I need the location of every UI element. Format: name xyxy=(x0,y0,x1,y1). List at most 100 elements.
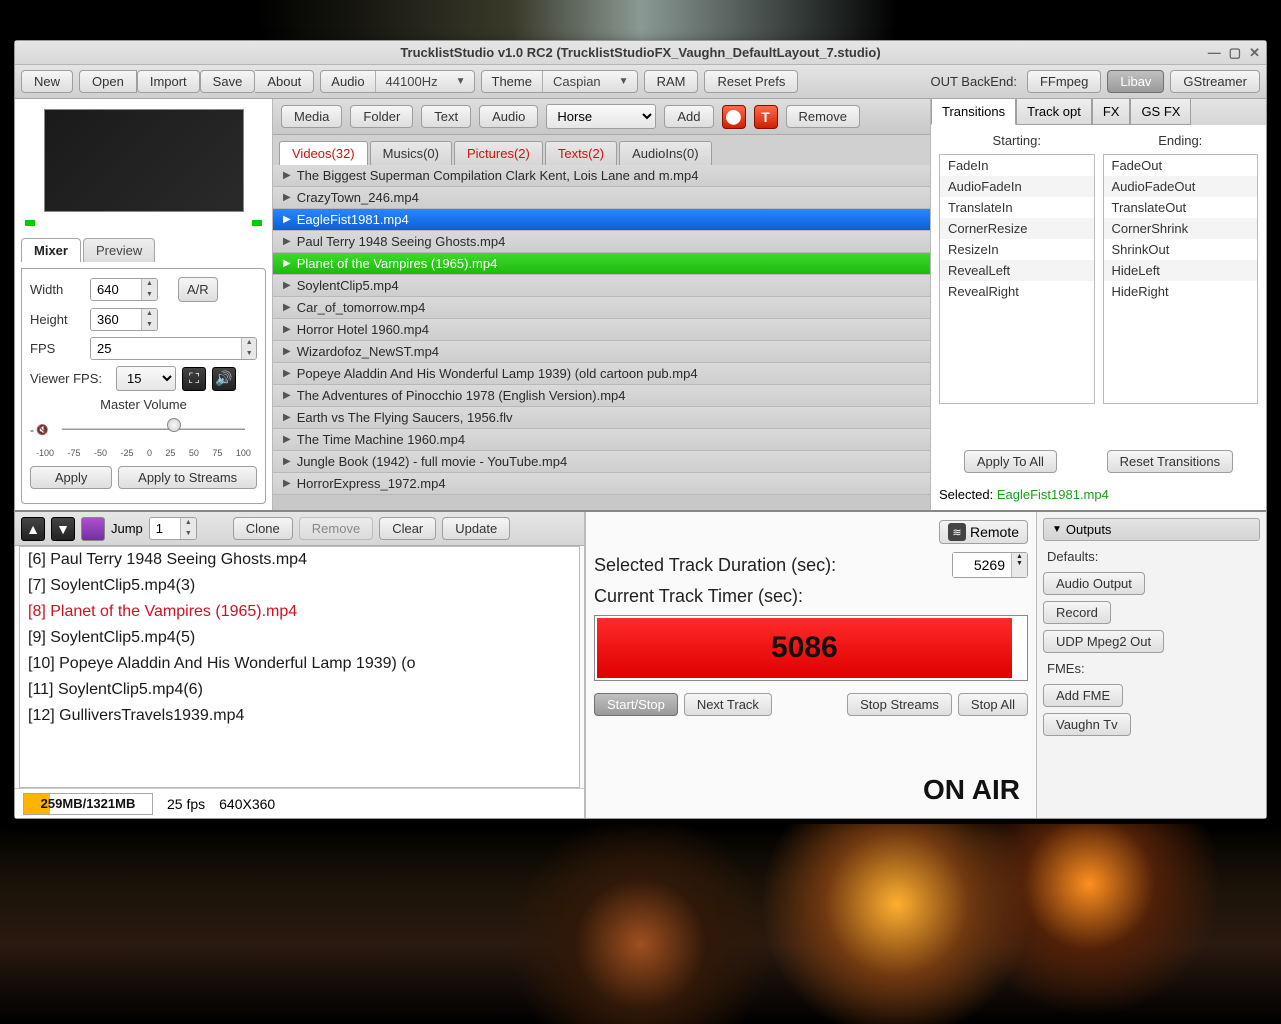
tab-texts[interactable]: Texts(2) xyxy=(545,141,617,165)
file-row[interactable]: ▶Earth vs The Flying Saucers, 1956.flv xyxy=(273,407,930,429)
tab-trackopt[interactable]: Track opt xyxy=(1016,99,1092,125)
file-row[interactable]: ▶Jungle Book (1942) - full movie - YouTu… xyxy=(273,451,930,473)
audio-button[interactable]: Audio xyxy=(479,105,538,128)
ram-button[interactable]: RAM xyxy=(644,70,699,93)
fps-spinner[interactable]: ▲▼ xyxy=(90,337,257,360)
record-icon[interactable]: ⬤ xyxy=(722,105,746,129)
viewer-fps-select[interactable]: 15 xyxy=(116,366,176,391)
update-button[interactable]: Update xyxy=(442,517,510,540)
tab-fx[interactable]: FX xyxy=(1092,99,1131,125)
text-overlay-icon[interactable]: T xyxy=(754,105,778,129)
playlist-row[interactable]: [6] Paul Terry 1948 Seeing Ghosts.mp4 xyxy=(20,547,579,573)
file-row[interactable]: ▶CrazyTown_246.mp4 xyxy=(273,187,930,209)
ffmpeg-button[interactable]: FFmpeg xyxy=(1027,70,1101,93)
playlist-row[interactable]: [12] GulliversTravels1939.mp4 xyxy=(20,703,579,729)
playlist[interactable]: [6] Paul Terry 1948 Seeing Ghosts.mp4[7]… xyxy=(19,546,580,788)
tab-musics[interactable]: Musics(0) xyxy=(370,141,452,165)
tab-videos[interactable]: Videos(32) xyxy=(279,141,368,165)
file-row[interactable]: ▶EagleFist1981.mp4 xyxy=(273,209,930,231)
move-up-icon[interactable]: ▲ xyxy=(21,517,45,541)
apply-all-button[interactable]: Apply To All xyxy=(964,450,1057,473)
clone-button[interactable]: Clone xyxy=(233,517,293,540)
apply-streams-button[interactable]: Apply to Streams xyxy=(118,466,257,489)
file-row[interactable]: ▶Horror Hotel 1960.mp4 xyxy=(273,319,930,341)
new-button[interactable]: New xyxy=(21,70,73,93)
import-button[interactable]: Import xyxy=(137,70,200,93)
add-fme-button[interactable]: Add FME xyxy=(1043,684,1123,707)
theme-combo[interactable]: Theme Caspian ▼ xyxy=(481,70,638,93)
clear-button[interactable]: Clear xyxy=(379,517,436,540)
media-button[interactable]: Media xyxy=(281,105,342,128)
minimize-icon[interactable]: — xyxy=(1208,45,1221,61)
file-row[interactable]: ▶Car_of_tomorrow.mp4 xyxy=(273,297,930,319)
tab-audioins[interactable]: AudioIns(0) xyxy=(619,141,711,165)
aspect-ratio-button[interactable]: A/R xyxy=(178,277,218,302)
transition-item[interactable]: AudioFadeOut xyxy=(1104,176,1258,197)
file-row[interactable]: ▶Planet of the Vampires (1965).mp4 xyxy=(273,253,930,275)
vaughn-tv-button[interactable]: Vaughn Tv xyxy=(1043,713,1131,736)
stop-all-button[interactable]: Stop All xyxy=(958,693,1028,716)
reset-prefs-button[interactable]: Reset Prefs xyxy=(704,70,798,93)
stop-streams-button[interactable]: Stop Streams xyxy=(847,693,952,716)
playlist-row[interactable]: [8] Planet of the Vampires (1965).mp4 xyxy=(20,599,579,625)
text-button[interactable]: Text xyxy=(421,105,471,128)
transition-item[interactable]: ShrinkOut xyxy=(1104,239,1258,260)
transition-item[interactable]: AudioFadeIn xyxy=(940,176,1094,197)
save-button[interactable]: Save xyxy=(200,70,256,93)
file-row[interactable]: ▶Popeye Aladdin And His Wonderful Lamp 1… xyxy=(273,363,930,385)
remove-playlist-button[interactable]: Remove xyxy=(299,517,373,540)
volume-slider[interactable] xyxy=(62,416,245,444)
width-spinner[interactable]: ▲▼ xyxy=(90,278,158,301)
open-button[interactable]: Open xyxy=(79,70,137,93)
speaker-icon[interactable]: 🔊 xyxy=(212,367,236,391)
libav-button[interactable]: Libav xyxy=(1107,70,1164,93)
transition-item[interactable]: TranslateIn xyxy=(940,197,1094,218)
tab-mixer[interactable]: Mixer xyxy=(21,238,81,262)
transition-item[interactable]: CornerShrink xyxy=(1104,218,1258,239)
remote-button[interactable]: ≋ Remote xyxy=(939,520,1028,544)
media-select[interactable]: Horse xyxy=(546,104,656,129)
transition-item[interactable]: FadeOut xyxy=(1104,155,1258,176)
tab-transitions[interactable]: Transitions xyxy=(931,99,1016,125)
start-stop-button[interactable]: Start/Stop xyxy=(594,693,678,716)
next-track-button[interactable]: Next Track xyxy=(684,693,772,716)
folder-button[interactable]: Folder xyxy=(350,105,413,128)
transition-item[interactable]: ResizeIn xyxy=(940,239,1094,260)
playlist-row[interactable]: [11] SoylentClip5.mp4(6) xyxy=(20,677,579,703)
transition-item[interactable]: HideLeft xyxy=(1104,260,1258,281)
transition-item[interactable]: RevealLeft xyxy=(940,260,1094,281)
move-down-icon[interactable]: ▼ xyxy=(51,517,75,541)
starting-list[interactable]: FadeInAudioFadeInTranslateInCornerResize… xyxy=(939,154,1095,404)
close-icon[interactable]: ✕ xyxy=(1249,45,1260,61)
file-row[interactable]: ▶Wizardofoz_NewST.mp4 xyxy=(273,341,930,363)
audio-output-button[interactable]: Audio Output xyxy=(1043,572,1145,595)
maximize-icon[interactable]: ▢ xyxy=(1229,45,1241,61)
file-row[interactable]: ▶HorrorExpress_1972.mp4 xyxy=(273,473,930,495)
fullscreen-icon[interactable]: ⛶ xyxy=(182,367,206,391)
outputs-header[interactable]: ▼Outputs xyxy=(1043,518,1260,541)
height-spinner[interactable]: ▲▼ xyxy=(90,308,158,331)
playlist-row[interactable]: [9] SoylentClip5.mp4(5) xyxy=(20,625,579,651)
apply-button[interactable]: Apply xyxy=(30,466,112,489)
record-button[interactable]: Record xyxy=(1043,601,1111,624)
file-row[interactable]: ▶The Time Machine 1960.mp4 xyxy=(273,429,930,451)
file-row[interactable]: ▶The Adventures of Pinocchio 1978 (Engli… xyxy=(273,385,930,407)
reset-transitions-button[interactable]: Reset Transitions xyxy=(1107,450,1233,473)
file-row[interactable]: ▶Paul Terry 1948 Seeing Ghosts.mp4 xyxy=(273,231,930,253)
gstreamer-button[interactable]: GStreamer xyxy=(1170,70,1260,93)
ending-list[interactable]: FadeOutAudioFadeOutTranslateOutCornerShr… xyxy=(1103,154,1259,404)
playlist-row[interactable]: [10] Popeye Aladdin And His Wonderful La… xyxy=(20,651,579,677)
tab-pictures[interactable]: Pictures(2) xyxy=(454,141,543,165)
tab-preview[interactable]: Preview xyxy=(83,238,155,262)
file-row[interactable]: ▶The Biggest Superman Compilation Clark … xyxy=(273,165,930,187)
jump-spinner[interactable]: ▲▼ xyxy=(149,517,197,540)
file-list[interactable]: ▶The Biggest Superman Compilation Clark … xyxy=(273,165,930,510)
udp-output-button[interactable]: UDP Mpeg2 Out xyxy=(1043,630,1164,653)
playlist-icon[interactable] xyxy=(81,517,105,541)
transition-item[interactable]: RevealRight xyxy=(940,281,1094,302)
transition-item[interactable]: CornerResize xyxy=(940,218,1094,239)
add-button[interactable]: Add xyxy=(664,105,713,128)
about-button[interactable]: About xyxy=(255,70,314,93)
file-row[interactable]: ▶SoylentClip5.mp4 xyxy=(273,275,930,297)
audio-combo[interactable]: Audio 44100Hz ▼ xyxy=(320,70,474,93)
